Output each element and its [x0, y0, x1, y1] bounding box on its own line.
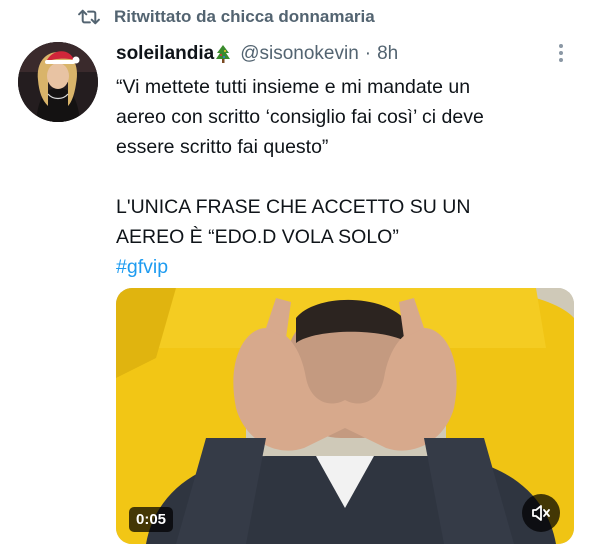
avatar[interactable] — [18, 42, 98, 122]
display-name[interactable]: soleilandia — [116, 43, 214, 65]
hashtag-link[interactable]: #gfvip — [116, 256, 168, 278]
tweet-line: “Vi mettete tutti insieme e mi mandate u… — [116, 76, 471, 98]
retweet-context[interactable]: Ritwittato da chicca donnamaria — [78, 6, 375, 28]
tweet-text: “Vi mettete tutti insieme e mi mandate u… — [116, 72, 576, 282]
mute-button[interactable] — [522, 494, 560, 532]
tweet-header: soleilandia @sisonokevin · 8h — [116, 40, 398, 68]
user-handle[interactable]: @sisonokevin — [240, 43, 359, 65]
volume-muted-icon — [532, 505, 550, 521]
video-player[interactable]: 0:05 — [116, 288, 574, 544]
more-vertical-icon[interactable] — [548, 40, 574, 66]
avatar-image — [18, 42, 98, 122]
video-frame — [116, 288, 574, 544]
tweet-line: L'UNICA FRASE CHE ACCETTO SU UN — [116, 196, 471, 218]
tweet-line: aereo con scritto ‘consiglio fai così’ c… — [116, 106, 484, 128]
video-duration: 0:05 — [129, 507, 174, 532]
retweet-icon — [78, 9, 100, 25]
christmas-tree-icon — [216, 45, 231, 63]
retweet-label: Ritwittato da chicca donnamaria — [114, 7, 375, 26]
tweet-time[interactable]: 8h — [377, 43, 398, 65]
separator-dot: · — [364, 43, 372, 64]
tweet-line: AEREO È “EDO.D VOLA SOLO” — [116, 226, 399, 248]
tweet-line: essere scritto fai questo” — [116, 136, 329, 158]
